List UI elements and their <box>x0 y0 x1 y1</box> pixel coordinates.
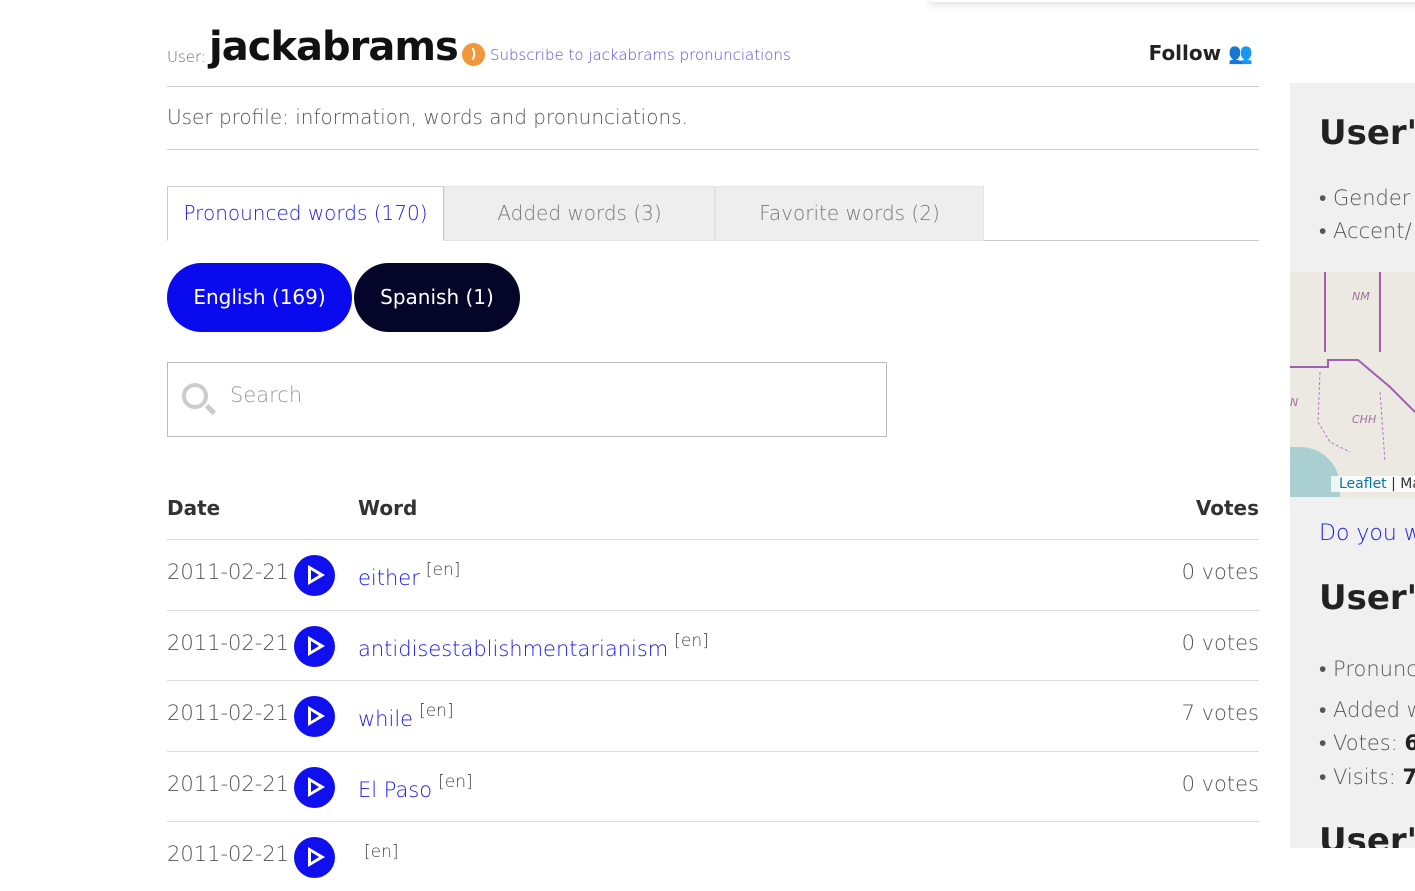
row-votes: 0 votes <box>1181 630 1259 655</box>
user-label: User: <box>167 48 206 66</box>
stat-label: Visits: <box>1333 765 1403 789</box>
language-english-button[interactable]: English (169) <box>167 263 352 332</box>
column-header-word[interactable]: Word <box>358 496 417 520</box>
play-icon[interactable] <box>294 696 335 737</box>
stat-visits: • Visits: 77 <box>1319 765 1415 790</box>
accent-label: Accent/ <box>1333 219 1412 243</box>
stat-pronunciations: • Pronunc <box>1319 657 1415 682</box>
attribution-rest: | Ma <box>1391 476 1415 492</box>
table-row: 2011-02-21 while [en] 7 votes <box>167 680 1259 750</box>
row-date: 2011-02-21 <box>167 560 290 584</box>
location-map[interactable]: NM CHH N Leaflet | Ma <box>1290 272 1415 497</box>
row-date: 2011-02-21 <box>167 771 290 796</box>
table-row: 2011-02-21 antidisestablishmentarianism [… <box>167 609 1259 680</box>
row-date: 2011-02-21 <box>167 842 290 866</box>
user-plus-icon: 👥 <box>1228 41 1253 65</box>
language-tag: [en] <box>438 771 473 792</box>
profile-description: User profile: information, words and pro… <box>167 87 1259 150</box>
word-link[interactable]: El Paso <box>358 778 432 802</box>
language-tag: [en] <box>419 701 454 721</box>
row-date: 2011-02-21 <box>167 630 290 655</box>
stat-added-words: • Added w <box>1319 698 1415 723</box>
search-box <box>167 362 887 437</box>
word-link[interactable]: while <box>358 707 413 731</box>
username-title: jackabrams <box>209 24 459 70</box>
rss-icon[interactable]: ) <box>462 43 485 66</box>
row-word: [en] <box>358 842 399 872</box>
language-tag: [en] <box>674 630 709 651</box>
play-icon[interactable] <box>294 766 335 808</box>
row-word: antidisestablishmentarianism [en] <box>358 631 709 661</box>
row-date: 2011-02-21 <box>167 701 290 725</box>
language-tag: [en] <box>364 842 399 862</box>
table-row: 2011-02-21 El Paso [en] 0 votes <box>167 750 1259 821</box>
stat-value: 77 <box>1402 765 1415 789</box>
row-word: either [en] <box>358 560 460 590</box>
play-icon[interactable] <box>294 837 335 878</box>
sidebar-accent: • Accent/ <box>1319 219 1412 243</box>
row-word: El Paso [en] <box>358 772 473 802</box>
stat-value: 6 <box>1404 731 1415 755</box>
follow-label: Follow <box>1148 41 1222 65</box>
language-spanish-button[interactable]: Spanish (1) <box>354 263 520 332</box>
sidebar-gender: • Gender <box>1319 186 1411 210</box>
stat-label: Votes: <box>1333 731 1405 755</box>
map-label-nm: NM <box>1352 290 1370 303</box>
play-icon[interactable] <box>294 625 335 667</box>
row-votes: 0 votes <box>1181 771 1259 796</box>
column-header-votes[interactable]: Votes <box>1196 496 1259 520</box>
table-row: 2011-02-21 [en] <box>167 821 1259 891</box>
gender-label: Gender <box>1333 186 1411 210</box>
search-icon <box>182 383 208 409</box>
map-attribution: Leaflet | Ma <box>1331 476 1415 492</box>
word-link[interactable]: antidisestablishmentarianism <box>358 637 668 661</box>
language-tag: [en] <box>425 560 461 580</box>
subscribe-link[interactable]: Subscribe to jackabrams pronunciations <box>490 46 791 64</box>
map-label-n: N <box>1290 396 1299 409</box>
sidebar-heading-info: User's <box>1319 113 1415 153</box>
tab-pronounced-words[interactable]: Pronounced words (170) <box>167 186 444 241</box>
sidebar-heading-stats: User's <box>1319 578 1415 618</box>
stat-label: Pronunc <box>1333 657 1415 681</box>
row-votes: 0 votes <box>1181 560 1259 584</box>
row-votes: 7 votes <box>1181 701 1259 725</box>
tabs: Pronounced words (170) Added words (3) F… <box>167 186 1259 241</box>
table-row: 2011-02-21 either [en] 0 votes <box>167 539 1259 609</box>
sidebar: User's • Gender • Accent/ NM CHH N Leafl… <box>1290 83 1415 848</box>
stat-label: Added w <box>1333 698 1415 722</box>
sidebar-heading-3: User's <box>1319 821 1415 848</box>
sidebar-cta-link[interactable]: Do you wa <box>1319 521 1415 546</box>
tab-favorite-words[interactable]: Favorite words (2) <box>715 186 984 241</box>
column-header-date[interactable]: Date <box>167 496 220 520</box>
profile-header: User: jackabrams ) Subscribe to jackabra… <box>167 0 1259 87</box>
play-icon[interactable] <box>294 555 335 596</box>
follow-button[interactable]: Follow 👥 <box>1149 41 1253 65</box>
leaflet-link[interactable]: Leaflet <box>1339 476 1387 492</box>
row-word: while [en] <box>358 701 454 731</box>
main-content: User: jackabrams ) Subscribe to jackabra… <box>167 0 1259 878</box>
tab-added-words[interactable]: Added words (3) <box>444 186 715 241</box>
search-input[interactable] <box>230 383 830 407</box>
map-label-chh: CHH <box>1352 413 1377 426</box>
stat-votes: • Votes: 6 <box>1319 731 1415 756</box>
word-link[interactable]: either <box>358 566 420 590</box>
